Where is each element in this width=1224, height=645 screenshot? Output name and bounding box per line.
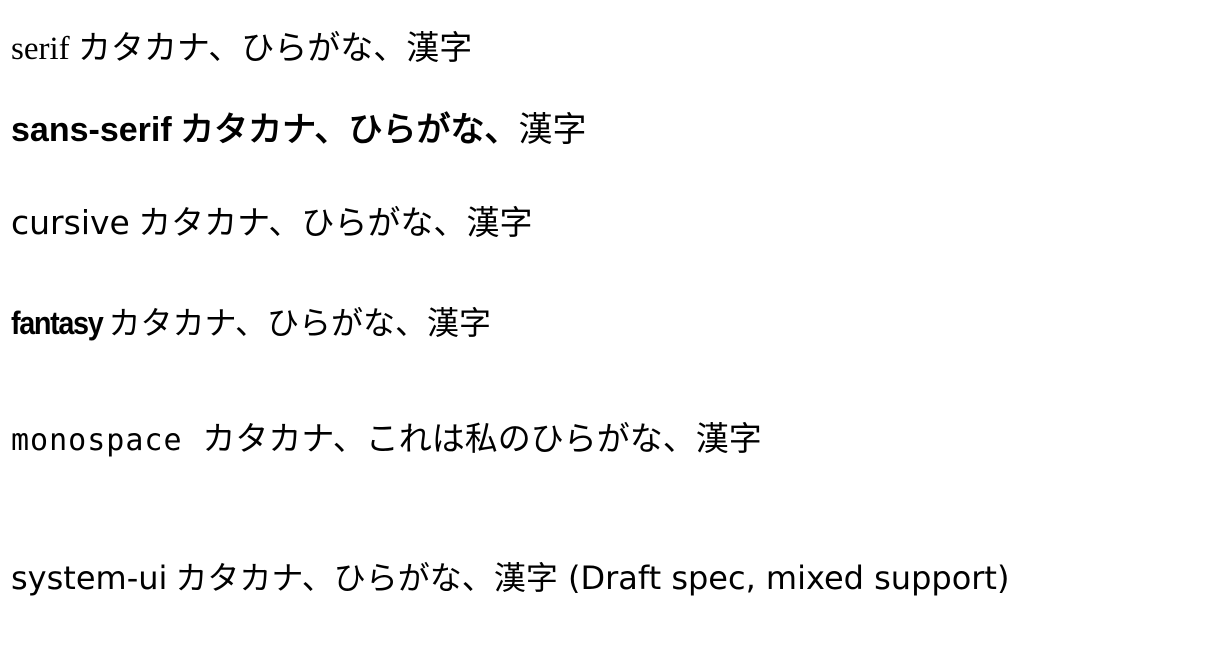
font-line-fantasy: fantasy カタカナ、ひらがな、漢字 bbox=[11, 304, 491, 342]
font-sample-text: カタカナ、これは私のひらがな、 bbox=[202, 419, 696, 458]
font-sample-kanji: 漢字 bbox=[518, 110, 587, 150]
font-family-label: cursive bbox=[11, 203, 130, 242]
font-sample-text: カタカナ、ひらがな、 bbox=[175, 559, 494, 597]
font-sample-text: カタカナ、ひらがな、 bbox=[138, 203, 467, 242]
font-sample-kanji: 漢字 bbox=[466, 203, 533, 242]
font-sample-text: カタカナ、ひらがな、 bbox=[108, 304, 427, 342]
font-line-cursive: cursive カタカナ、ひらがな、漢字 bbox=[11, 203, 532, 243]
font-sample-kanji: 漢字 bbox=[493, 559, 558, 597]
font-family-label: fantasy bbox=[11, 305, 104, 341]
font-sample-kanji: 漢字 bbox=[426, 304, 491, 342]
font-family-label: system-ui bbox=[11, 559, 168, 597]
font-family-label: monospace bbox=[11, 423, 183, 458]
support-note: (Draft spec, mixed support) bbox=[557, 559, 1010, 597]
font-sample-kanji: 漢字 bbox=[406, 28, 473, 67]
font-line-system-ui: system-ui カタカナ、ひらがな、漢字 (Draft spec, mixed… bbox=[11, 559, 1009, 597]
font-family-label: serif bbox=[11, 31, 70, 67]
font-family-label: sans-serif bbox=[11, 111, 172, 149]
font-sample-kanji: 漢字 bbox=[695, 419, 762, 458]
font-line-monospace: monospace カタカナ、これは私のひらがな、漢字 bbox=[11, 419, 762, 459]
font-sample-text: カタカナ、ひらがな、 bbox=[77, 31, 407, 67]
font-line-sans-serif: sans-serif カタカナ、ひらがな、漢字 bbox=[11, 110, 586, 151]
font-sample-text: カタカナ、ひらがな、 bbox=[180, 111, 519, 149]
font-line-serif: serif カタカナ、ひらがな、漢字 bbox=[11, 28, 472, 70]
